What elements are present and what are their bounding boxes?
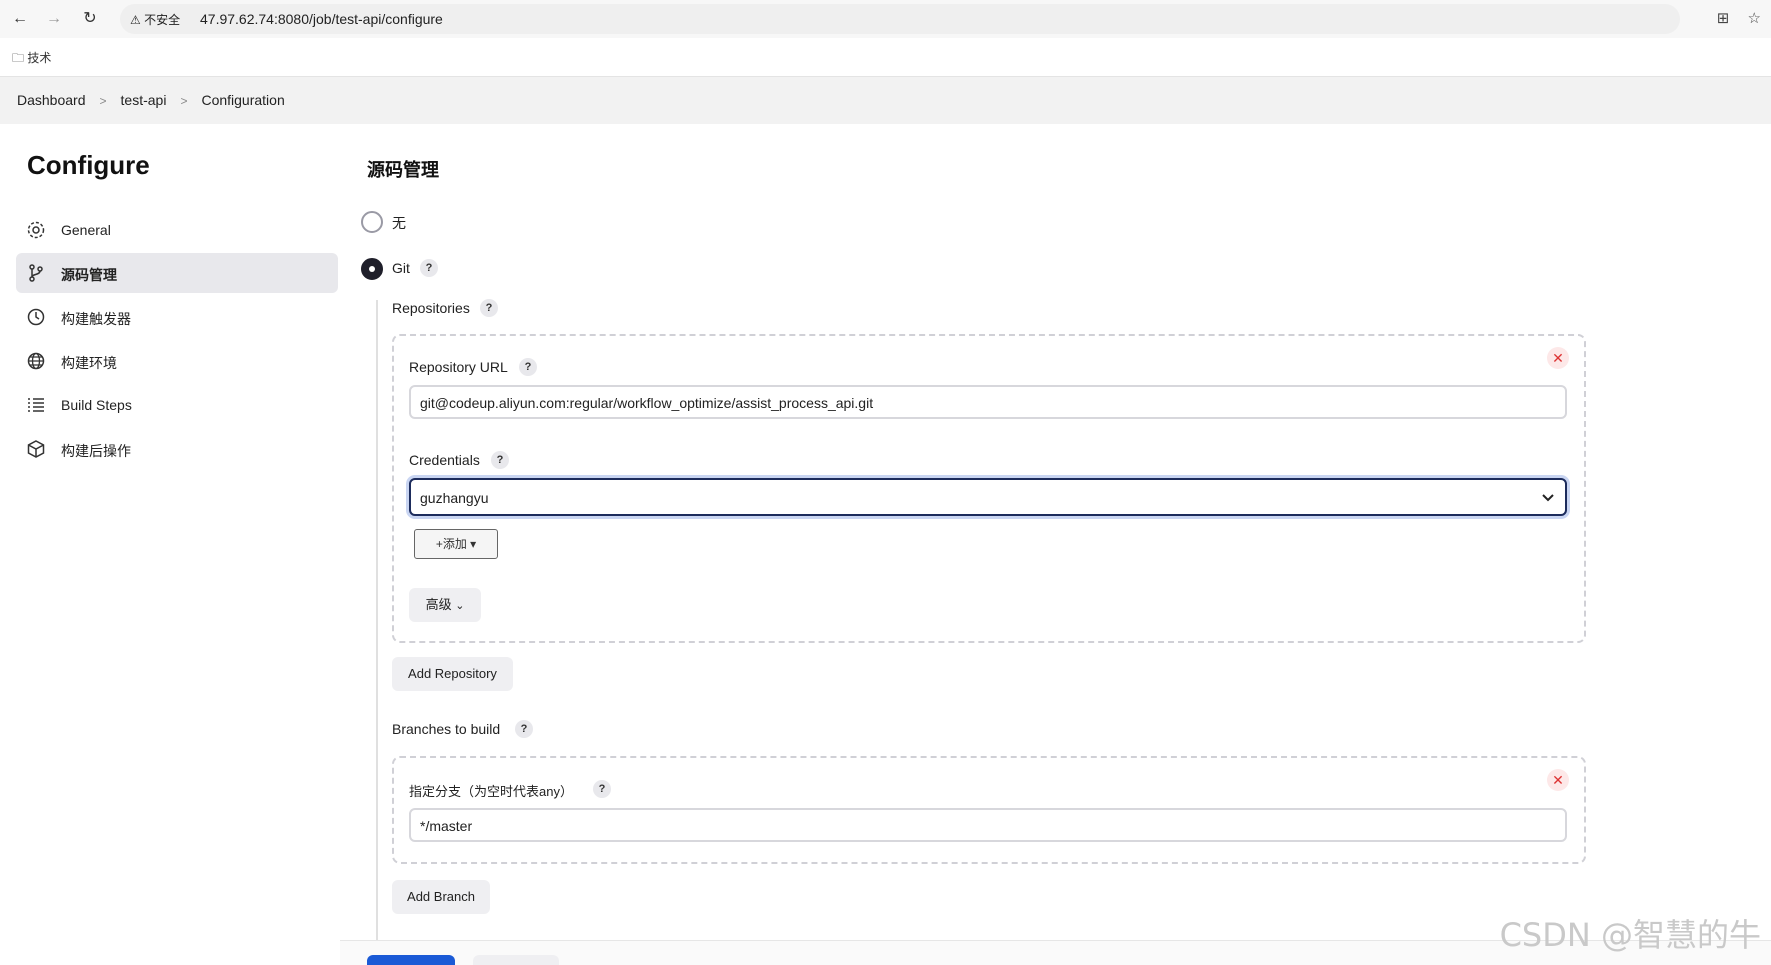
branch-specifier-label: 指定分支（为空时代表any） bbox=[409, 784, 573, 799]
section-title: 源码管理 bbox=[367, 160, 439, 180]
reload-icon[interactable]: ↻ bbox=[80, 9, 100, 29]
add-repository-button[interactable]: Add Repository bbox=[392, 657, 513, 691]
globe-icon bbox=[27, 352, 45, 370]
branches-label: Branches to build bbox=[392, 721, 501, 737]
chevron-down-icon: ⌄ bbox=[455, 600, 465, 612]
chevron-down-icon bbox=[1542, 494, 1554, 502]
url-text[interactable]: 47.97.62.74:8080/job/test-api/configure bbox=[200, 11, 443, 27]
list-icon bbox=[28, 398, 44, 412]
sidebar-item-label: 构建环境 bbox=[61, 355, 117, 371]
bookmark-folder[interactable]: 🗀 技术 bbox=[12, 49, 51, 70]
box-icon bbox=[27, 440, 45, 458]
repo-url-help-icon[interactable]: ? bbox=[519, 358, 537, 376]
branch-specifier-help-icon[interactable]: ? bbox=[593, 780, 611, 798]
credentials-value: guzhangyu bbox=[420, 490, 489, 506]
add-branch-button[interactable]: Add Branch bbox=[392, 880, 490, 914]
back-icon[interactable]: ← bbox=[10, 9, 30, 29]
chevron-right-icon: > bbox=[180, 94, 188, 108]
breadcrumb-configuration[interactable]: Configuration bbox=[201, 92, 284, 108]
git-help-icon[interactable]: ? bbox=[420, 259, 438, 277]
repository-url-value: git@codeup.aliyun.com:regular/workflow_o… bbox=[420, 395, 874, 411]
sidebar-item-label: Build Steps bbox=[61, 397, 132, 413]
sidebar-item-post-build[interactable]: 构建后操作 bbox=[16, 429, 338, 469]
credentials-label: Credentials bbox=[409, 452, 480, 468]
sidebar-item-build-steps[interactable]: Build Steps bbox=[16, 385, 338, 425]
breadcrumb-job[interactable]: test-api bbox=[121, 92, 167, 108]
breadcrumb: Dashboard > test-api > Configuration bbox=[0, 77, 1771, 124]
sidebar-item-general[interactable]: General bbox=[16, 210, 338, 250]
clock-icon bbox=[27, 308, 45, 326]
bookmarks-bar: 🗀 技术 bbox=[0, 38, 1771, 77]
address-bar[interactable]: ⚠ 不安全 47.97.62.74:8080/job/test-api/conf… bbox=[120, 4, 1680, 34]
breadcrumb-dashboard[interactable]: Dashboard bbox=[17, 92, 86, 108]
branch-icon bbox=[29, 264, 43, 282]
folder-icon: 🗀 bbox=[12, 51, 25, 65]
branches-help-icon[interactable]: ? bbox=[515, 720, 533, 738]
sidebar-item-label: 源码管理 bbox=[61, 267, 117, 283]
sidebar-item-label: General bbox=[61, 222, 111, 238]
section-divider bbox=[376, 300, 378, 960]
bookmark-star-icon[interactable]: ☆ bbox=[1748, 10, 1761, 27]
radio-git-label: Git bbox=[392, 260, 410, 276]
credentials-select[interactable]: guzhangyu bbox=[409, 478, 1567, 516]
repo-url-label: Repository URL bbox=[409, 359, 508, 375]
watermark: CSDN @智慧的牛 bbox=[1499, 916, 1761, 954]
remove-branch-icon[interactable]: ✕ bbox=[1547, 769, 1569, 791]
chevron-right-icon: > bbox=[99, 94, 107, 108]
branch-specifier-input[interactable]: */master bbox=[409, 808, 1567, 842]
branch-specifier-value: */master bbox=[420, 818, 473, 834]
insecure-label: 不安全 bbox=[144, 13, 181, 27]
credentials-help-icon[interactable]: ? bbox=[491, 451, 509, 469]
sidebar-item-triggers[interactable]: 构建触发器 bbox=[16, 297, 338, 337]
sidebar-item-label: 构建后操作 bbox=[61, 443, 131, 459]
repositories-label: Repositories bbox=[392, 300, 470, 316]
repositories-help-icon[interactable]: ? bbox=[480, 299, 498, 317]
gear-icon bbox=[27, 221, 45, 239]
page-title: Configure bbox=[27, 150, 150, 180]
advanced-label: 高级 bbox=[425, 597, 452, 612]
forward-icon[interactable]: → bbox=[44, 9, 64, 29]
radio-git[interactable] bbox=[361, 258, 383, 280]
advanced-button[interactable]: 高级 ⌄ bbox=[409, 588, 481, 622]
add-credentials-button[interactable]: +添加 ▾ bbox=[414, 529, 498, 559]
remove-repository-icon[interactable]: ✕ bbox=[1547, 347, 1569, 369]
sidebar-item-scm[interactable]: 源码管理 bbox=[16, 253, 338, 293]
translate-icon[interactable]: ⊞ bbox=[1717, 10, 1730, 27]
sidebar-item-environment[interactable]: 构建环境 bbox=[16, 341, 338, 381]
bookmark-label: 技术 bbox=[27, 51, 52, 65]
repository-url-input[interactable]: git@codeup.aliyun.com:regular/workflow_o… bbox=[409, 385, 1567, 419]
radio-none-label: 无 bbox=[392, 215, 406, 231]
browser-toolbar: ← → ↻ ⚠ 不安全 47.97.62.74:8080/job/test-ap… bbox=[0, 0, 1771, 38]
insecure-badge[interactable]: ⚠ 不安全 bbox=[130, 11, 180, 28]
sidebar-item-label: 构建触发器 bbox=[61, 311, 131, 327]
radio-none[interactable] bbox=[361, 211, 383, 233]
